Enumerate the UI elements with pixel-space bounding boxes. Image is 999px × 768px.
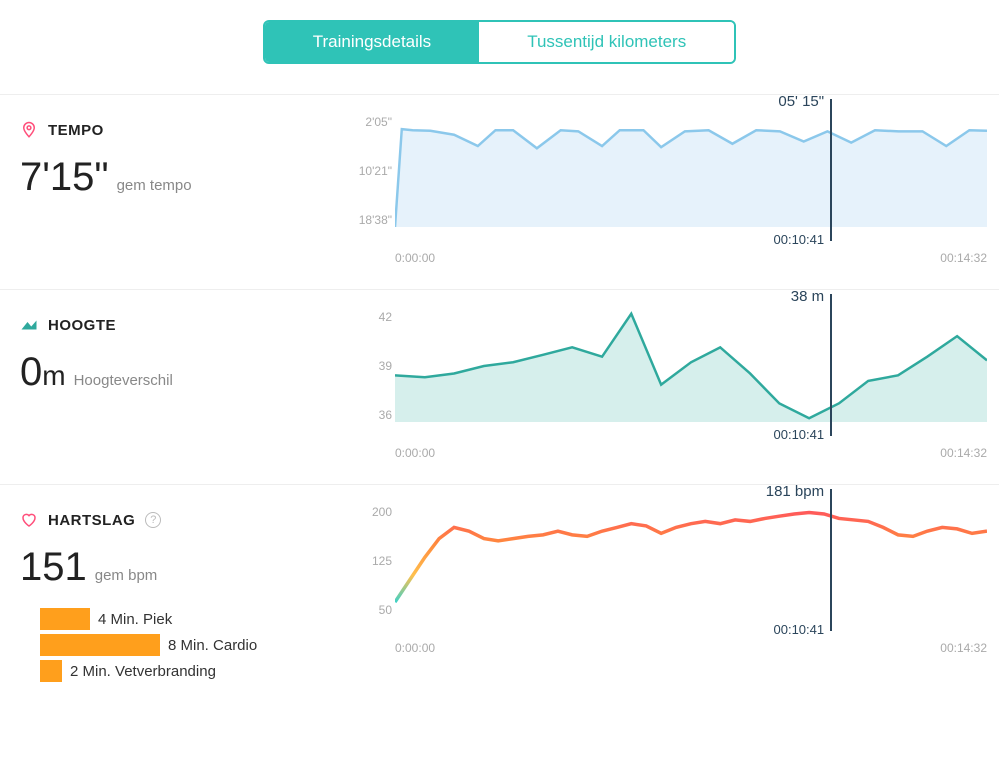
hoogte-sub: Hoogteverschil <box>74 372 173 389</box>
panel-tempo: TEMPO 7'15" gem tempo 2'05" 10'21" 18'38… <box>0 94 999 289</box>
cursor-line <box>830 294 832 436</box>
zone-piek-bar <box>40 608 90 630</box>
hartslag-cursor-value: 181 bpm <box>766 483 830 500</box>
hartslag-yticks: 200 125 50 <box>350 505 392 617</box>
panel-hoogte: HOOGTE 0m Hoogteverschil 42 39 36 <box>0 289 999 484</box>
hoogte-xticks: 0:00:00 00:14:32 <box>350 446 987 460</box>
zone-cardio-bar <box>40 634 160 656</box>
hoogte-yticks: 42 39 36 <box>350 310 392 422</box>
cursor-line <box>830 99 832 241</box>
elevation-icon <box>20 316 38 334</box>
panel-hartslag: HARTSLAG ? 151 gem bpm 4 Min. Piek 8 Min… <box>0 484 999 710</box>
help-icon[interactable]: ? <box>145 512 161 528</box>
zone-piek-label: 4 Min. Piek <box>98 611 172 628</box>
zone-fat-label: 2 Min. Vetverbranding <box>70 663 216 680</box>
zone-fat-bar <box>40 660 62 682</box>
tempo-value: 7'15" <box>20 155 109 200</box>
tempo-cursor-time: 00:10:41 <box>774 232 831 247</box>
tempo-sub: gem tempo <box>117 177 192 194</box>
hartslag-chart[interactable]: 200 125 50 <box>350 505 987 635</box>
hoogte-chart[interactable]: 42 39 36 38 m 00:10:41 <box>350 310 987 440</box>
hoogte-value: 0m <box>20 350 66 395</box>
tab-bar: Trainingsdetails Tussentijd kilometers <box>0 0 999 94</box>
tempo-xticks: 0:00:00 00:14:32 <box>350 251 987 265</box>
hr-zones: 4 Min. Piek 8 Min. Cardio 2 Min. Vetverb… <box>20 608 330 682</box>
tempo-cursor-value: 05' 15" <box>778 93 830 110</box>
tempo-yticks: 2'05" 10'21" 18'38" <box>350 115 392 227</box>
tempo-chart[interactable]: 2'05" 10'21" 18'38" 05' 15" 00:10:41 <box>350 115 987 245</box>
hartslag-cursor-time: 00:10:41 <box>774 622 831 637</box>
hoogte-title: HOOGTE <box>48 317 116 334</box>
hartslag-xticks: 0:00:00 00:14:32 <box>350 641 987 655</box>
hartslag-sub: gem bpm <box>95 567 158 584</box>
hoogte-cursor-value: 38 m <box>791 288 830 305</box>
tempo-title: TEMPO <box>48 122 104 139</box>
tab-splits[interactable]: Tussentijd kilometers <box>479 22 734 62</box>
tab-training-details[interactable]: Trainingsdetails <box>265 22 479 62</box>
hartslag-value: 151 <box>20 545 87 590</box>
hartslag-title: HARTSLAG <box>48 512 135 529</box>
heart-icon <box>20 511 38 529</box>
zone-cardio-label: 8 Min. Cardio <box>168 637 257 654</box>
hoogte-cursor-time: 00:10:41 <box>774 427 831 442</box>
cursor-line <box>830 489 832 631</box>
pin-icon <box>20 121 38 139</box>
